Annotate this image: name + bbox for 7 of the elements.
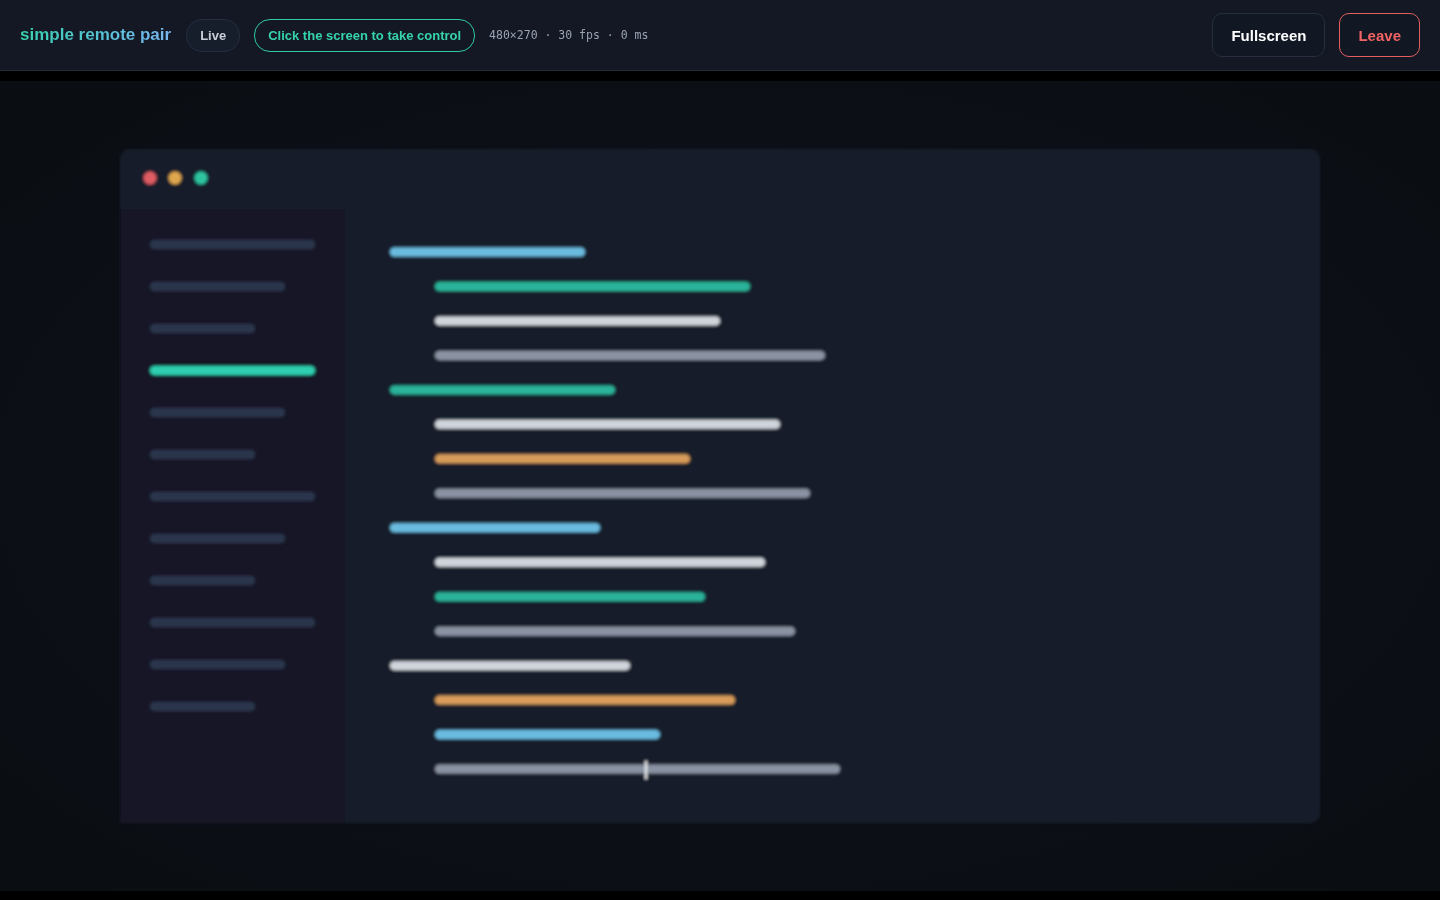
- leave-button[interactable]: Leave: [1339, 13, 1420, 57]
- app-title: simple remote pair: [20, 25, 172, 45]
- control-hint-label: Click the screen to take control: [254, 18, 476, 52]
- live-status-label: Live: [186, 18, 241, 52]
- fullscreen-button[interactable]: Fullscreen: [1212, 13, 1326, 57]
- screen-share-frame[interactable]: [0, 80, 1440, 891]
- stream-stats-text: 480×270 · 30 fps · 0 ms: [489, 28, 649, 42]
